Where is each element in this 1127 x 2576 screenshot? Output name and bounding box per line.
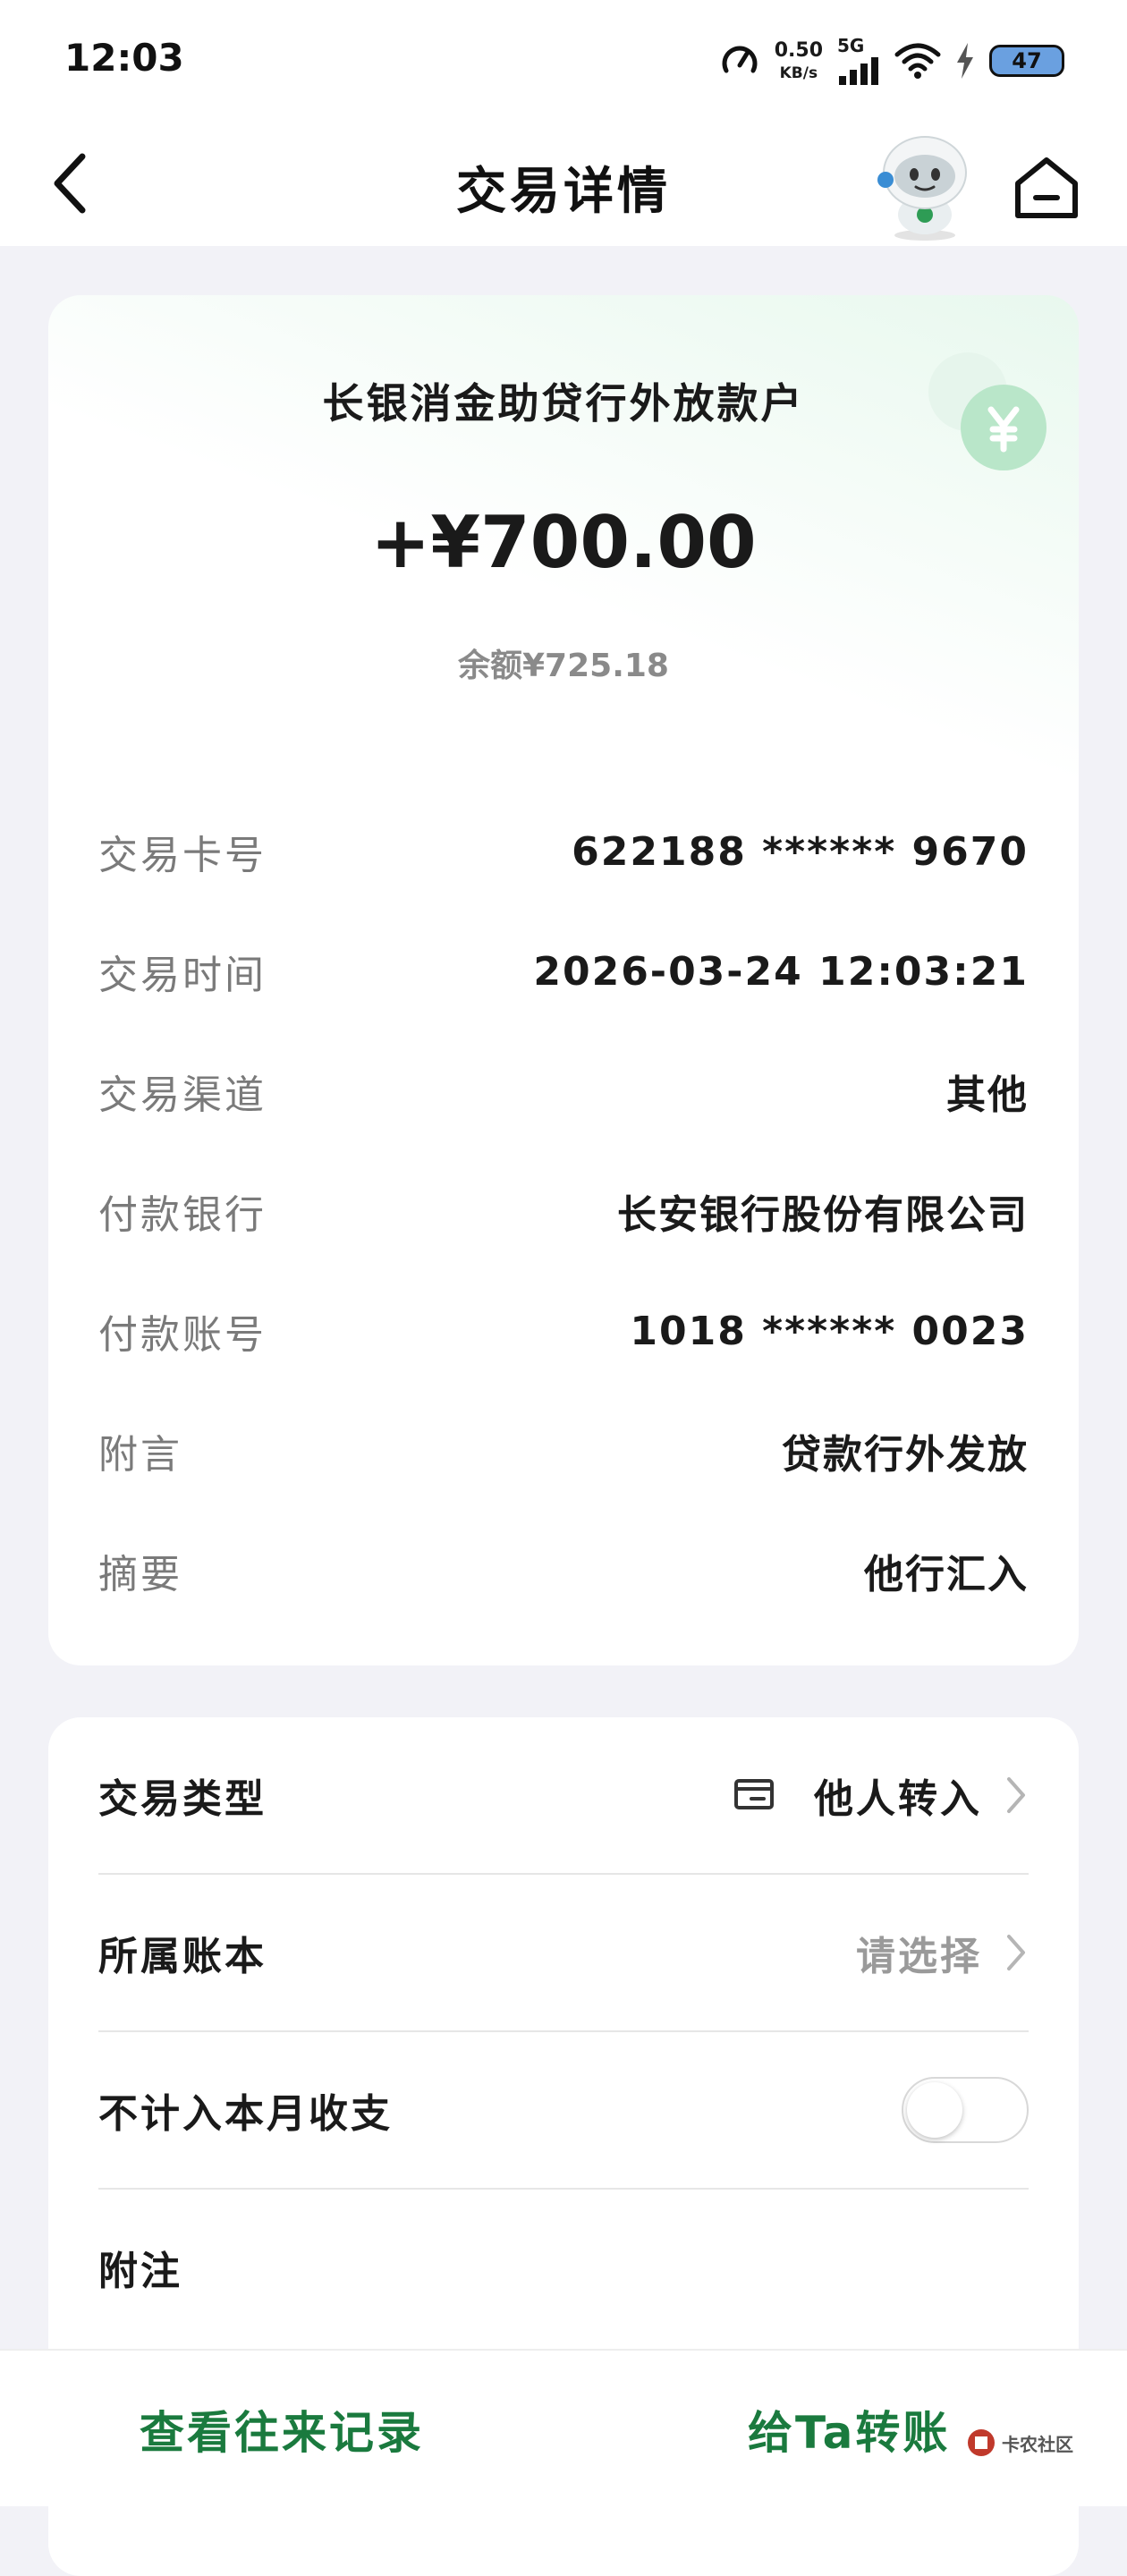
account-book-selector[interactable]: 请选择 <box>856 1924 1029 1981</box>
detail-value: 长安银行股份有限公司 <box>617 1192 1029 1238</box>
speedometer-icon <box>722 46 758 73</box>
chevron-right-icon <box>1007 1935 1025 1970</box>
status-bar: 12:03 0.50 KB/s 5G 47 <box>0 0 1127 121</box>
transaction-card: 长银消金助贷行外放款户 +¥700.00 余额¥725.18 交易卡号 6221… <box>48 295 1079 1665</box>
transfer-button[interactable]: 给Ta转账 <box>748 2397 950 2462</box>
charging-icon <box>957 43 973 79</box>
detail-label: 交易时间 <box>98 953 267 998</box>
detail-value: 贷款行外发放 <box>782 1432 1029 1478</box>
detail-row-payer-bank: 付款银行 长安银行股份有限公司 <box>98 1151 1029 1271</box>
detail-row-channel: 交易渠道 其他 <box>98 1031 1029 1151</box>
account-book-label: 所属账本 <box>98 1934 267 1979</box>
battery-icon: 47 <box>989 45 1064 77</box>
account-book-value: 请选择 <box>856 1934 982 1979</box>
network-type: 5G <box>837 35 865 56</box>
detail-value: 622188 ****** 9670 <box>572 828 1029 875</box>
detail-row-card-number: 交易卡号 622188 ****** 9670 <box>98 792 1029 911</box>
transfer-card-icon <box>734 1779 774 1809</box>
detail-label: 付款账号 <box>98 1312 267 1358</box>
detail-label: 附言 <box>98 1432 182 1478</box>
home-icon[interactable] <box>1011 153 1082 221</box>
view-history-button[interactable]: 查看往来记录 <box>140 2397 424 2462</box>
detail-row-time: 交易时间 2026-03-24 12:03:21 <box>98 911 1029 1031</box>
payer-name: 长银消金助贷行外放款户 <box>322 379 805 428</box>
exclude-monthly-row: 不计入本月收支 <box>98 2032 1029 2190</box>
bottom-action-bar: 查看往来记录 给Ta转账 卡农社区 <box>0 2349 1127 2506</box>
chevron-right-icon <box>1007 1777 1025 1813</box>
signal-block: 5G <box>837 37 880 85</box>
transaction-amount: +¥700.00 <box>370 501 757 584</box>
status-icons: 0.50 KB/s 5G 47 <box>719 34 1064 88</box>
detail-row-postscript: 附言 贷款行外发放 <box>98 1391 1029 1511</box>
detail-label: 交易渠道 <box>98 1072 267 1118</box>
status-time: 12:03 <box>64 36 184 80</box>
exclude-monthly-toggle[interactable] <box>902 2077 1029 2143</box>
detail-row-payer-account: 付款账号 1018 ****** 0023 <box>98 1271 1029 1391</box>
signal-icon <box>839 57 878 85</box>
detail-value: 2026-03-24 12:03:21 <box>533 948 1029 995</box>
speed-unit: KB/s <box>779 64 818 82</box>
toggle-knob <box>907 2082 962 2138</box>
wifi-icon <box>894 43 941 79</box>
settings-list: 交易类型 他人转入 所属账本 请选择 不计入本月收支 附注 <box>98 1717 1029 2345</box>
detail-row-summary: 摘要 他行汇入 <box>98 1511 1029 1631</box>
note-label: 附注 <box>98 2249 182 2294</box>
network-speed: 0.50 KB/s <box>774 38 823 82</box>
transaction-type-value: 他人转入 <box>814 1776 982 1822</box>
exclude-monthly-label: 不计入本月收支 <box>98 2091 393 2137</box>
robot-assistant-icon[interactable] <box>873 130 977 242</box>
detail-value: 1018 ****** 0023 <box>630 1308 1029 1354</box>
detail-label: 摘要 <box>98 1552 182 1597</box>
watermark-logo-icon <box>968 2429 995 2456</box>
note-row[interactable]: 附注 <box>98 2190 1029 2345</box>
transaction-type-selector[interactable]: 他人转入 <box>733 1767 1029 1824</box>
detail-value: 他行汇入 <box>864 1552 1029 1597</box>
account-book-row[interactable]: 所属账本 请选择 <box>98 1875 1029 2032</box>
nav-bar: 交易详情 <box>0 121 1127 246</box>
detail-label: 交易卡号 <box>98 833 267 878</box>
transaction-type-label: 交易类型 <box>98 1776 267 1822</box>
balance-text: 余额¥725.18 <box>458 648 669 684</box>
watermark: 卡农社区 <box>966 2428 1073 2458</box>
transaction-type-row[interactable]: 交易类型 他人转入 <box>98 1717 1029 1875</box>
detail-value: 其他 <box>946 1072 1029 1118</box>
detail-list: 交易卡号 622188 ****** 9670 交易时间 2026-03-24 … <box>98 792 1029 1631</box>
watermark-text: 卡农社区 <box>1002 2433 1073 2455</box>
detail-label: 付款银行 <box>98 1192 267 1238</box>
speed-value: 0.50 <box>774 38 823 62</box>
